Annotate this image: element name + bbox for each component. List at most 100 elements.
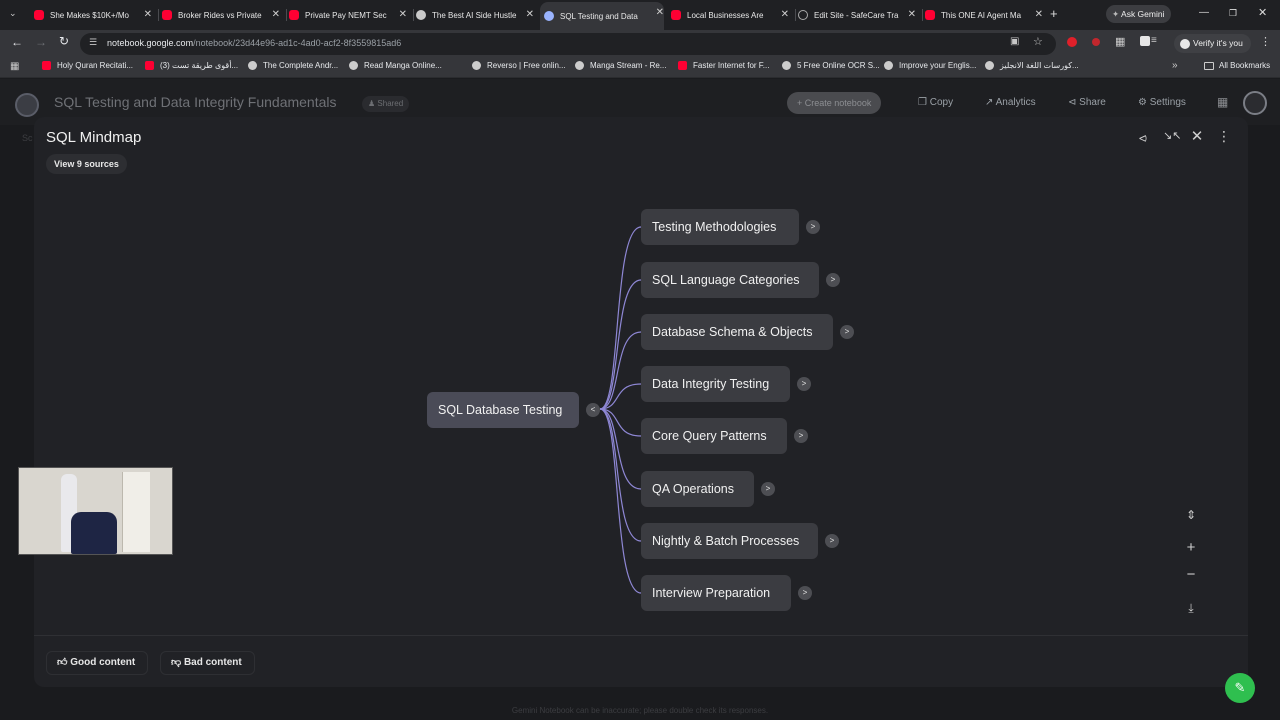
fit-view-icon[interactable]: ⇕: [1183, 508, 1199, 522]
bookmark-item[interactable]: 5 Free Online OCR S...: [782, 61, 880, 70]
close-tab-icon[interactable]: ✕: [908, 9, 916, 20]
mindmap-branch-node[interactable]: SQL Language Categories: [641, 262, 819, 298]
bookmark-item[interactable]: (3) أقوى طريقة تست...: [145, 61, 238, 70]
install-app-icon[interactable]: ▣: [1010, 36, 1019, 47]
expand-branch-chevron-icon[interactable]: >: [840, 325, 854, 339]
browser-tab[interactable]: SQL Testing and Data ✕: [540, 2, 664, 30]
extension-red-dot-icon[interactable]: [1092, 38, 1100, 46]
mindmap-branch-node[interactable]: Nightly & Batch Processes: [641, 523, 818, 559]
mindmap-root-node[interactable]: SQL Database Testing: [427, 392, 579, 428]
browser-tab[interactable]: Private Pay NEMT Sec ✕: [289, 4, 407, 26]
notebook-title[interactable]: SQL Testing and Data Integrity Fundament…: [54, 94, 337, 110]
browser-tab[interactable]: Local Businesses Are ✕: [671, 4, 789, 26]
close-tab-icon[interactable]: ✕: [399, 9, 407, 20]
close-tab-icon[interactable]: ✕: [272, 9, 280, 20]
edit-icon: [798, 10, 808, 20]
create-notebook-button[interactable]: + Create notebook: [787, 92, 882, 114]
extension-opera-icon[interactable]: [1067, 37, 1077, 47]
mindmap-branch-node[interactable]: QA Operations: [641, 471, 754, 507]
verify-identity-button[interactable]: Verify it's you: [1174, 34, 1251, 53]
close-tab-icon[interactable]: ✕: [144, 9, 152, 20]
bookmark-item[interactable]: Read Manga Online...: [349, 61, 442, 70]
mindmap-branch-node[interactable]: Testing Methodologies: [641, 209, 799, 245]
close-tab-icon[interactable]: ✕: [526, 9, 534, 20]
browser-tab[interactable]: This ONE AI Agent Ma ✕: [925, 4, 1043, 26]
copy-button[interactable]: ❐ Copy: [918, 97, 953, 108]
bookmark-star-icon[interactable]: ☆: [1033, 35, 1043, 48]
bookmark-item[interactable]: Manga Stream - Re...: [575, 61, 666, 70]
browser-tab[interactable]: She Makes $10K+/Mo ✕: [34, 4, 152, 26]
close-tab-icon[interactable]: ✕: [781, 9, 789, 20]
download-icon[interactable]: ⤓: [1183, 601, 1199, 616]
bookmark-item[interactable]: The Complete Andr...: [248, 61, 338, 70]
extension-dark-icon[interactable]: [1140, 36, 1150, 46]
share-button[interactable]: ⊲ Share: [1068, 97, 1106, 108]
more-bookmarks-icon[interactable]: »: [1172, 60, 1178, 71]
bookmark-item[interactable]: Improve your Englis...: [884, 61, 976, 70]
tab-title: Broker Rides vs Private: [178, 10, 262, 20]
good-content-button[interactable]: 👍︎ Good content: [46, 651, 149, 675]
browser-tab-strip: ⌄ She Makes $10K+/Mo ✕ Broker Rides vs Pri…: [0, 0, 1280, 30]
expand-branch-chevron-icon[interactable]: >: [797, 377, 811, 391]
browser-tab[interactable]: Broker Rides vs Private ✕: [162, 4, 280, 26]
tab-separator: [922, 9, 923, 21]
mindmap-branch-node[interactable]: Core Query Patterns: [641, 418, 787, 454]
bookmark-item[interactable]: Holy Quran Recitati...: [42, 61, 133, 70]
apps-launcher-icon[interactable]: ▦: [1217, 95, 1228, 109]
bookmark-item[interactable]: كورسات اللغة الانجليز...: [985, 61, 1079, 70]
bad-content-button[interactable]: 👎︎ Bad content: [160, 651, 255, 675]
apps-grid-icon[interactable]: ▦: [10, 61, 19, 72]
browser-menu-icon[interactable]: ⋮: [1260, 35, 1271, 48]
mindmap-branch-node[interactable]: Interview Preparation: [641, 575, 791, 611]
extensions-puzzle-icon[interactable]: ▦: [1115, 35, 1125, 48]
bookmark-item[interactable]: Faster Internet for F...: [678, 61, 769, 70]
restore-window-icon[interactable]: ❐: [1229, 8, 1237, 19]
tab-title: Local Businesses Are: [687, 10, 764, 20]
expand-branch-chevron-icon[interactable]: >: [761, 482, 775, 496]
collapse-root-chevron-icon[interactable]: <: [586, 403, 600, 417]
expand-branch-chevron-icon[interactable]: >: [794, 429, 808, 443]
zoom-in-icon[interactable]: +: [1183, 539, 1199, 556]
expand-branch-chevron-icon[interactable]: >: [798, 586, 812, 600]
bookmark-favicon-icon: [678, 61, 687, 70]
notebook-logo-icon[interactable]: [15, 93, 39, 117]
site-info-icon[interactable]: ☰: [89, 37, 97, 48]
expand-branch-chevron-icon[interactable]: >: [806, 220, 820, 234]
browser-tab[interactable]: Edit Site - SafeCare Tra ✕: [798, 4, 916, 26]
expand-branch-chevron-icon[interactable]: >: [826, 273, 840, 287]
bookmark-favicon-icon: [248, 61, 257, 70]
mindmap-branch-node[interactable]: Database Schema & Objects: [641, 314, 833, 350]
back-arrow-icon[interactable]: ←: [11, 35, 23, 49]
all-bookmarks-folder[interactable]: All Bookmarks: [1204, 61, 1270, 70]
reading-list-icon[interactable]: ≡: [1151, 35, 1157, 46]
analytics-button[interactable]: ↗ Analytics: [985, 97, 1036, 108]
ask-gemini-button[interactable]: ✦ Ask Gemini: [1106, 5, 1171, 23]
close-window-icon[interactable]: ✕: [1258, 6, 1267, 19]
address-bar[interactable]: ☰ notebook.google.com/notebook/23d44e96-…: [80, 33, 1056, 55]
close-tab-icon[interactable]: ✕: [656, 7, 664, 18]
ask-gemini-label: Ask Gemini: [1121, 9, 1165, 19]
browser-toolbar: ← → ↻ ☰ notebook.google.com/notebook/23d…: [0, 30, 1280, 57]
minimize-window-icon[interactable]: —: [1199, 7, 1209, 18]
expand-branch-chevron-icon[interactable]: >: [825, 534, 839, 548]
reload-icon[interactable]: ↻: [59, 34, 69, 48]
zoom-out-icon[interactable]: −: [1183, 566, 1199, 583]
tab-title: She Makes $10K+/Mo: [50, 10, 129, 20]
settings-button[interactable]: ⚙ Settings: [1138, 97, 1186, 108]
folder-icon: [1204, 61, 1214, 70]
webcam-chair: [71, 512, 117, 554]
forward-arrow-icon[interactable]: →: [35, 35, 47, 49]
thumbs-down-icon: 👎︎: [171, 657, 182, 668]
bookmark-item[interactable]: Reverso | Free onlin...: [472, 61, 566, 70]
webcam-door: [122, 472, 150, 552]
mindmap-branch-node[interactable]: Data Integrity Testing: [641, 366, 790, 402]
floating-assistant-button[interactable]: ✎: [1225, 673, 1255, 703]
mindmap-connector-line: [599, 408, 642, 594]
mindmap-dialog: SQL Mindmap View 9 sources ⪦ ↘↖ ✕ ⋮ SQL …: [34, 117, 1248, 687]
close-tab-icon[interactable]: ✕: [1035, 9, 1043, 20]
account-avatar[interactable]: [1243, 91, 1267, 115]
browser-tab[interactable]: The Best AI Side Hustle ✕: [416, 4, 534, 26]
tab-search-chevron-icon[interactable]: ⌄: [9, 8, 17, 19]
new-tab-button[interactable]: +: [1050, 6, 1058, 21]
bookmark-label: Read Manga Online...: [364, 61, 442, 70]
